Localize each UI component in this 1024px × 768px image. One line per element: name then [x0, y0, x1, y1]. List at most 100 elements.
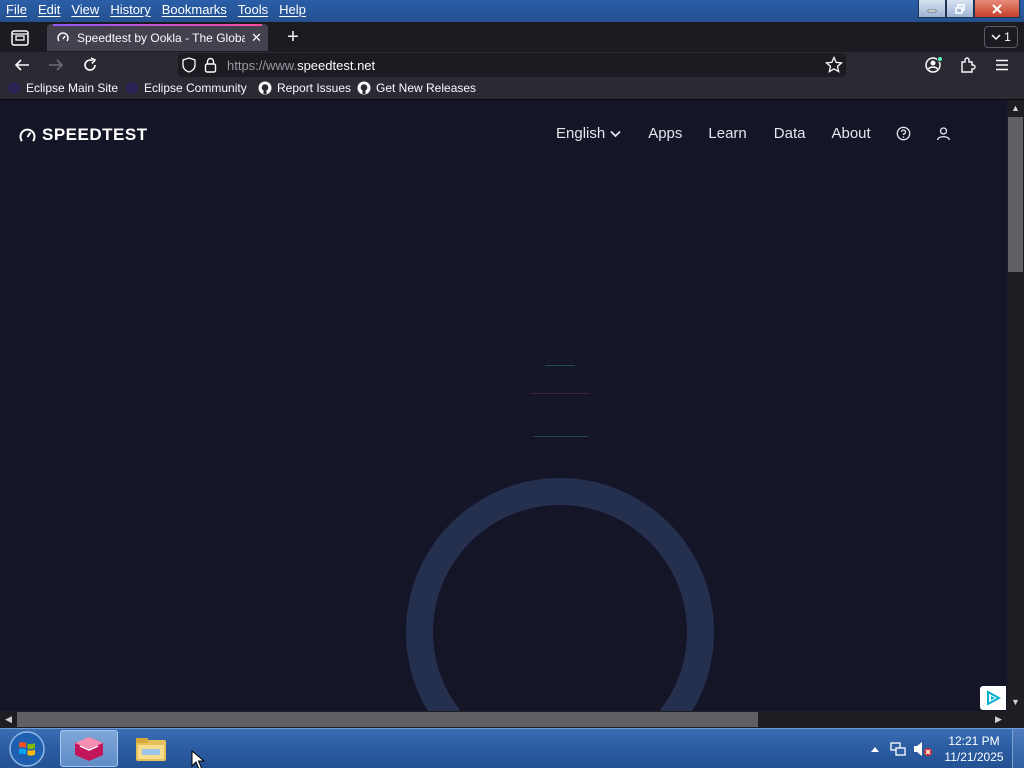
extensions-button[interactable]: [957, 55, 979, 75]
window-titlebar: File Edit View History Bookmarks Tools H…: [0, 0, 1024, 22]
new-tab-button[interactable]: +: [281, 27, 305, 49]
nav-apps[interactable]: Apps: [648, 125, 682, 142]
adchoices-icon: [987, 690, 1001, 706]
horizontal-scroll-thumb[interactable]: [17, 712, 758, 727]
speedtest-logo[interactable]: SPEEDTEST: [18, 125, 148, 145]
nav-data[interactable]: Data: [774, 125, 806, 142]
menu-history[interactable]: History: [110, 2, 150, 17]
loading-line: [533, 436, 588, 437]
nav-learn[interactable]: Learn: [708, 125, 746, 142]
bookmark-label: Eclipse Main Site: [26, 81, 119, 95]
chevron-up-icon: [871, 747, 879, 752]
minimize-button[interactable]: [918, 0, 946, 18]
firefox-view-icon: [11, 30, 29, 46]
network-tray-button[interactable]: [889, 740, 907, 758]
network-icon: [890, 742, 906, 756]
vertical-scrollbar[interactable]: ▲ ▼: [1007, 100, 1024, 711]
window-controls: [918, 0, 1020, 18]
close-window-button[interactable]: [974, 0, 1020, 18]
menu-help[interactable]: Help: [279, 2, 306, 17]
scroll-left-icon[interactable]: ◀: [0, 711, 17, 728]
minimize-icon: [927, 9, 937, 12]
chevron-down-icon: [991, 33, 1001, 40]
system-clock[interactable]: 12:21 PM 11/21/2025: [940, 733, 1008, 765]
tab-bar: Speedtest by Ookla - The Globa ✕ + 1: [0, 22, 1024, 52]
eclipse-icon: [7, 81, 21, 95]
bookmark-report-issues[interactable]: Report Issues: [258, 81, 351, 95]
reload-button[interactable]: [79, 55, 101, 75]
user-profile-icon[interactable]: [936, 126, 951, 141]
mouse-cursor-icon: [191, 749, 206, 768]
github-icon: [357, 81, 371, 95]
eclipse-icon: [125, 81, 139, 95]
clock-time: 12:21 PM: [948, 734, 1000, 748]
app-menu-button[interactable]: [991, 55, 1013, 75]
chevron-down-icon: [610, 130, 621, 137]
horizontal-scrollbar[interactable]: ◀ ▶: [0, 711, 1007, 728]
address-bar[interactable]: https://www.speedtest.net: [178, 53, 846, 77]
hamburger-menu-icon: [996, 59, 1008, 71]
speed-gauge-ring[interactable]: [406, 478, 714, 711]
close-icon: [992, 3, 1002, 14]
menu-file[interactable]: File: [6, 2, 27, 17]
vertical-scroll-thumb[interactable]: [1008, 117, 1023, 272]
bookmark-eclipse-community[interactable]: Eclipse Community: [125, 81, 247, 95]
back-button[interactable]: [11, 55, 33, 75]
adchoices-badge[interactable]: [980, 686, 1006, 710]
volume-muted-icon: [914, 742, 932, 756]
url-text[interactable]: https://www.speedtest.net: [227, 58, 375, 73]
clock-date: 11/21/2025: [944, 750, 1004, 764]
language-selector[interactable]: English: [556, 125, 621, 142]
taskbar-browser[interactable]: [60, 730, 118, 767]
extensions-puzzle-icon: [961, 57, 976, 73]
lock-icon[interactable]: [204, 57, 217, 73]
help-icon[interactable]: [896, 126, 911, 141]
scroll-right-icon[interactable]: ▶: [990, 711, 1007, 728]
speedtest-page: SPEEDTEST English Apps Learn Data About: [0, 100, 1007, 711]
close-tab-icon[interactable]: ✕: [251, 30, 262, 46]
scroll-up-icon[interactable]: ▲: [1007, 100, 1024, 117]
bookmark-star-icon[interactable]: [825, 56, 843, 74]
bookmark-label: Get New Releases: [376, 81, 477, 95]
volume-tray-button[interactable]: [913, 740, 933, 758]
forward-arrow-icon: [49, 59, 64, 71]
bookmarks-toolbar: Eclipse Main Site Eclipse Community Repo…: [0, 78, 1024, 100]
account-icon: [925, 56, 943, 73]
speedtest-gauge-icon: [19, 128, 36, 142]
language-label: English: [556, 125, 606, 142]
tab-speedtest[interactable]: Speedtest by Ookla - The Globa ✕: [47, 24, 268, 51]
tracking-shield-icon[interactable]: [182, 57, 196, 73]
github-icon: [258, 81, 272, 95]
start-button[interactable]: [4, 730, 50, 768]
back-arrow-icon: [14, 59, 29, 71]
site-navigation: English Apps Learn Data About: [556, 125, 951, 142]
nav-about[interactable]: About: [831, 125, 870, 142]
taskbar-file-explorer[interactable]: [122, 730, 180, 767]
forward-button[interactable]: [45, 55, 67, 75]
scrollbar-corner: [1007, 711, 1024, 728]
navigation-toolbar: https://www.speedtest.net: [0, 52, 1024, 78]
bookmark-eclipse-main-site[interactable]: Eclipse Main Site: [7, 81, 118, 95]
windows-logo-icon: [9, 731, 45, 767]
speedtest-favicon-icon: [57, 31, 69, 41]
restore-icon: [955, 3, 965, 14]
menu-bookmarks[interactable]: Bookmarks: [162, 2, 227, 17]
show-desktop-button[interactable]: [1012, 729, 1024, 768]
account-button[interactable]: [923, 55, 945, 75]
menu-tools[interactable]: Tools: [238, 2, 268, 17]
show-hidden-icons-button[interactable]: [868, 742, 882, 756]
tab-count: 1: [1004, 30, 1011, 44]
bookmark-get-new-releases[interactable]: Get New Releases: [357, 81, 476, 95]
url-prefix: https://www.: [227, 58, 298, 73]
loading-line: [530, 393, 590, 394]
menu-view[interactable]: View: [71, 2, 99, 17]
scroll-down-icon[interactable]: ▼: [1007, 694, 1024, 711]
menu-edit[interactable]: Edit: [38, 2, 60, 17]
browser-app-icon: [75, 736, 103, 761]
firefox-view-button[interactable]: [6, 26, 34, 50]
list-all-tabs-button[interactable]: 1: [984, 26, 1018, 48]
loading-line: [545, 365, 575, 366]
url-domain: speedtest.net: [297, 58, 376, 73]
logo-text: SPEEDTEST: [42, 125, 148, 144]
restore-button[interactable]: [946, 0, 974, 18]
